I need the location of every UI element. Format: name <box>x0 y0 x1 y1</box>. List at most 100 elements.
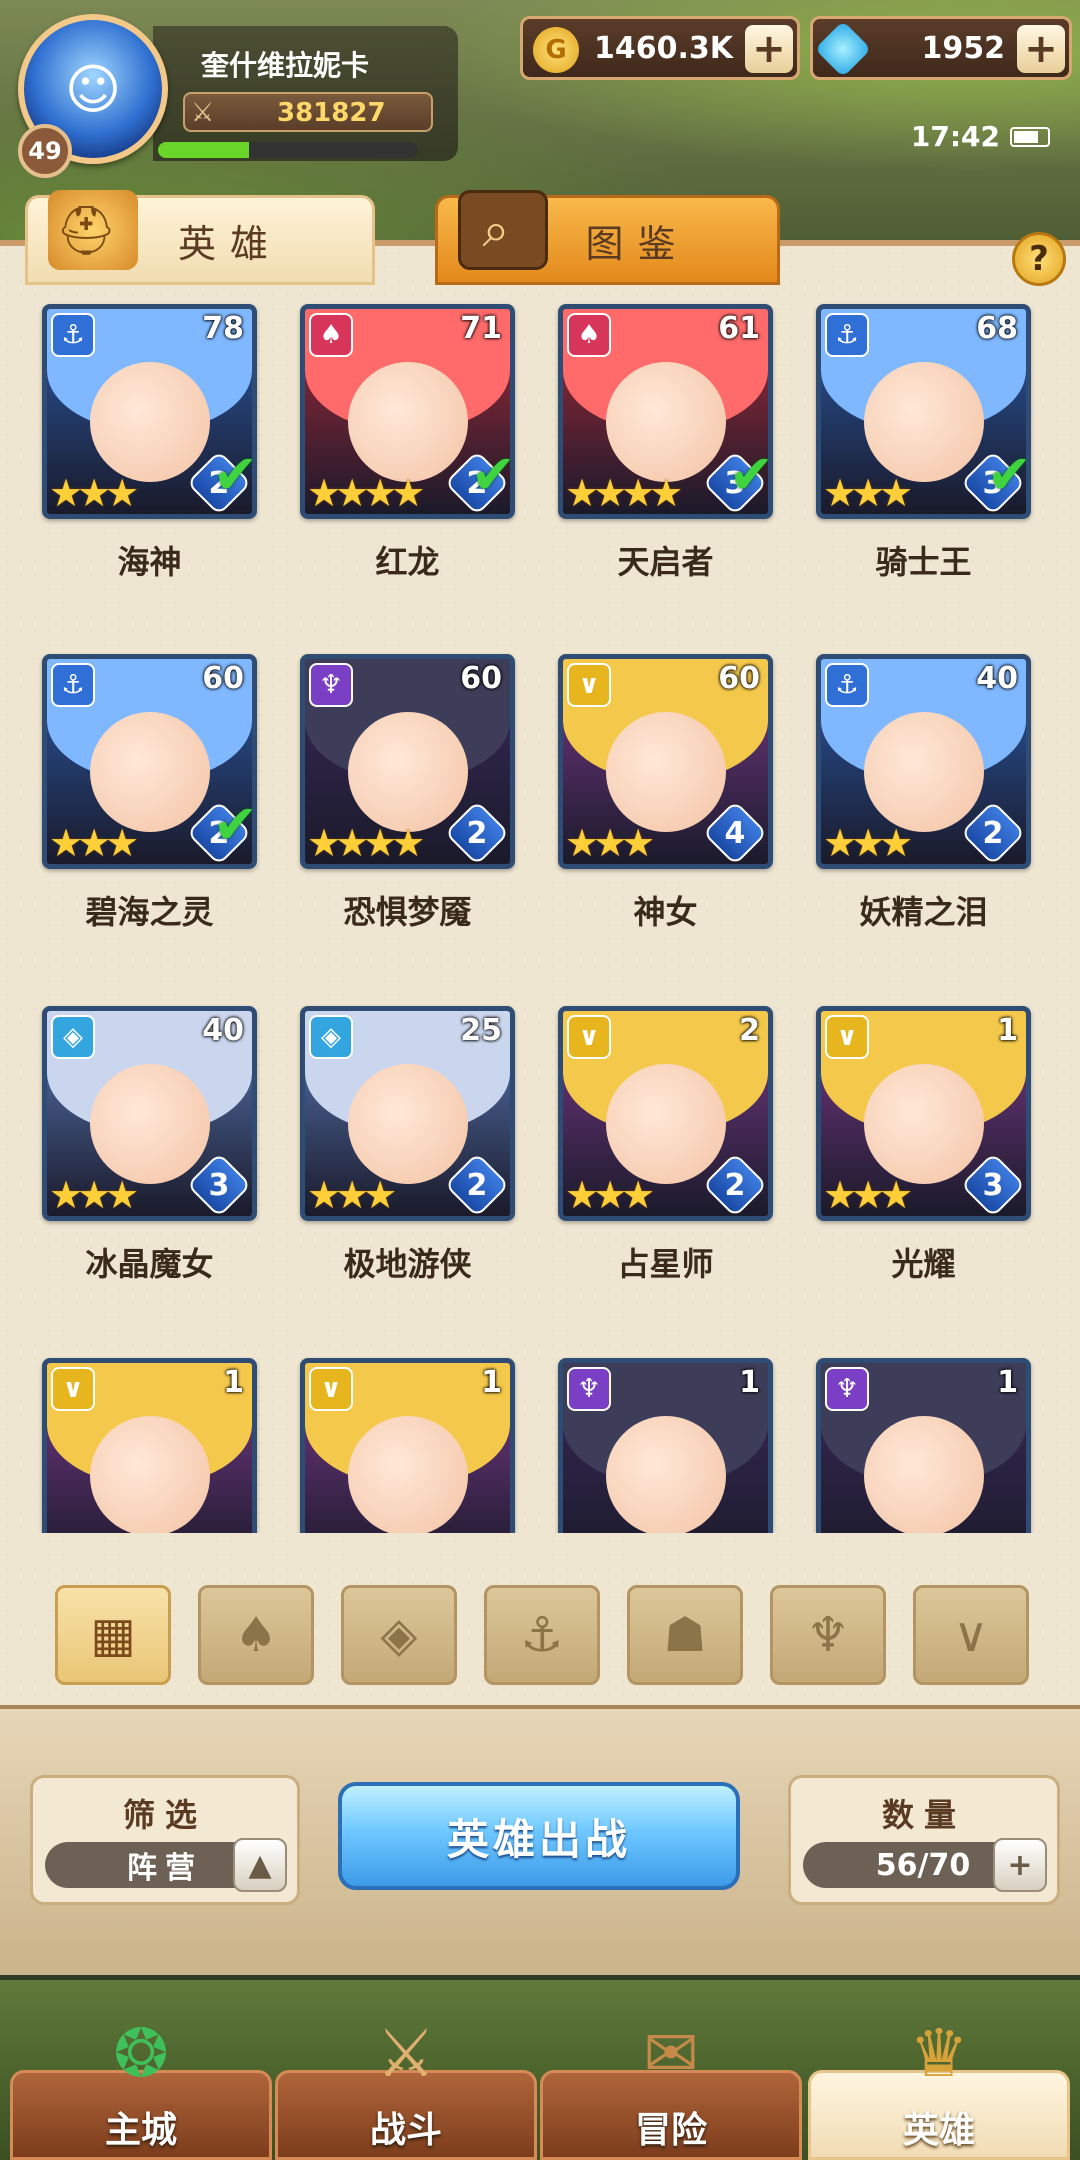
hero-count-value: 56/70 <box>875 1847 971 1883</box>
help-button[interactable]: ? <box>1012 232 1066 286</box>
hero-card[interactable]: ⚓ 68 ★★★ 3 ✔ 骑士王 <box>816 304 1031 583</box>
checkmark-icon: ✔ <box>470 443 515 506</box>
exp-fill <box>158 142 249 158</box>
nav-label: 英雄 <box>902 2110 975 2151</box>
add-gold-button[interactable]: + <box>745 25 793 73</box>
star-rating: ★★★ <box>565 1173 655 1217</box>
star-rating: ★★★ <box>823 1173 913 1217</box>
filter-button[interactable]: ♠ <box>198 1585 314 1685</box>
hero-level: 25 <box>460 1013 502 1048</box>
hero-name: 极地游侠 <box>343 1245 472 1283</box>
helmet-icon: ⛑ <box>48 190 138 270</box>
hero-portrait: ⚓ 60 ★★★ 2 ✔ <box>42 654 257 869</box>
filter-button[interactable]: ◈ <box>341 1585 457 1685</box>
hero-level: 60 <box>202 661 244 696</box>
tab-heroes[interactable]: ⛑ 英雄 <box>25 190 375 285</box>
rank-value: 2 <box>982 815 1004 851</box>
hero-face <box>89 711 210 832</box>
hero-card[interactable]: ◈ 40 ★★★ 3 冰晶魔女 <box>42 1006 257 1285</box>
hero-name: 红龙 <box>375 543 440 581</box>
hero-card[interactable]: ∨ 1 ★★★ 3 光耀 <box>816 1006 1031 1285</box>
count-title: 数量 <box>881 1796 966 1834</box>
nav-label: 冒险 <box>634 2110 707 2151</box>
hero-face <box>89 1063 210 1184</box>
hero-level: 61 <box>718 311 760 346</box>
hero-portrait: ♆ 60 ★★★★ 2 <box>300 654 515 869</box>
hero-face <box>605 1415 726 1533</box>
hero-level: 1 <box>997 1013 1018 1048</box>
filter-button[interactable]: ▦ <box>55 1585 171 1685</box>
star-rating: ★★★ <box>49 471 139 515</box>
add-gems-button[interactable]: + <box>1017 25 1065 73</box>
hero-face <box>347 1063 468 1184</box>
player-profile[interactable]: 奎什维拉妮卡 ⚔ 381827 ☺ 49 <box>18 14 458 178</box>
status-clock: 17:42 <box>911 120 1050 153</box>
gem-counter: 1952 + <box>810 16 1072 80</box>
nav-heroes[interactable]: ♛ 英雄 <box>808 2015 1070 2160</box>
water-faction-icon: ⚓ <box>51 663 95 707</box>
hero-helmet-icon: ♛ <box>909 2014 969 2092</box>
dark-faction-icon: ♆ <box>567 1367 611 1411</box>
star-rating: ★★★ <box>823 821 913 865</box>
hero-portrait: ⚓ 68 ★★★ 3 ✔ <box>816 304 1031 519</box>
hero-card[interactable]: ⚓ 40 ★★★ 2 妖精之泪 <box>816 654 1031 933</box>
filter-button[interactable]: ☗ <box>627 1585 743 1685</box>
chevron-up-icon[interactable]: ▲ <box>233 1838 287 1892</box>
hero-card[interactable]: ∨ 1 <box>300 1358 515 1533</box>
hero-card[interactable]: ∨ 1 <box>42 1358 257 1533</box>
hero-card[interactable]: ⚓ 78 ★★★ 2 ✔ 海神 <box>42 304 257 583</box>
hero-portrait: ♆ 1 <box>558 1358 773 1533</box>
faction-filter-bar: ▦ ♠ ◈ ⚓ ☗ ♆ ∨ <box>55 1585 1035 1685</box>
hero-name: 恐惧梦魇 <box>343 893 472 931</box>
diamond-icon <box>814 20 872 78</box>
star-rating: ★★★★ <box>307 821 425 865</box>
nav-adventure[interactable]: ✉ 冒险 <box>540 2015 802 2160</box>
expand-capacity-button[interactable]: + <box>993 1838 1047 1892</box>
hero-card[interactable]: ∨ 2 ★★★ 2 占星师 <box>558 1006 773 1285</box>
water-faction-icon: ⚓ <box>825 313 869 357</box>
hero-face <box>89 361 210 482</box>
star-rating: ★★★ <box>823 471 913 515</box>
battery-icon <box>1010 126 1050 147</box>
rank-badge: 2 <box>960 800 1026 864</box>
hero-portrait: ∨ 60 ★★★ 4 <box>558 654 773 869</box>
hero-card[interactable]: ♆ 60 ★★★★ 2 恐惧梦魇 <box>300 654 515 933</box>
hero-level: 1 <box>481 1365 502 1400</box>
light-faction-icon: ∨ <box>825 1015 869 1059</box>
deploy-heroes-button[interactable]: 英雄出战 <box>338 1782 740 1890</box>
rank-value: 2 <box>724 1167 746 1203</box>
hero-card[interactable]: ♠ 61 ★★★★ 3 ✔ 天启者 <box>558 304 773 583</box>
hero-face <box>89 1415 210 1533</box>
hero-face <box>863 1063 984 1184</box>
hero-portrait: ◈ 40 ★★★ 3 <box>42 1006 257 1221</box>
tab-codex[interactable]: ⌕ 图鉴 <box>435 190 780 285</box>
hero-level: 2 <box>739 1013 760 1048</box>
rank-value: 3 <box>982 1167 1004 1203</box>
time-text: 17:42 <box>910 120 1000 153</box>
hero-card[interactable]: ∨ 60 ★★★ 4 神女 <box>558 654 773 933</box>
hero-card[interactable]: ♆ 1 <box>558 1358 773 1533</box>
profile-panel: 奎什维拉妮卡 ⚔ 381827 <box>153 26 458 161</box>
hero-card[interactable]: ⚓ 60 ★★★ 2 ✔ 碧海之灵 <box>42 654 257 933</box>
hero-face <box>863 1415 984 1533</box>
hero-level: 60 <box>718 661 760 696</box>
filter-title: 筛选 <box>122 1796 207 1834</box>
light-faction-icon: ∨ <box>567 1015 611 1059</box>
nav-main-city[interactable]: ❂ 主城 <box>10 2015 272 2160</box>
dark-faction-icon: ♆ <box>825 1367 869 1411</box>
ice-faction-icon: ◈ <box>51 1015 95 1059</box>
hero-card[interactable]: ◈ 25 ★★★ 2 极地游侠 <box>300 1006 515 1285</box>
light-faction-icon: ∨ <box>51 1367 95 1411</box>
gold-value: 1460.3K <box>593 31 733 66</box>
filter-button[interactable]: ♆ <box>770 1585 886 1685</box>
filter-box: 筛选 阵营 ▲ <box>30 1775 300 1905</box>
light-faction-icon: ∨ <box>567 663 611 707</box>
magnifier-icon: ⌕ <box>458 190 548 270</box>
filter-button[interactable]: ⚓ <box>484 1585 600 1685</box>
checkmark-icon: ✔ <box>728 443 773 506</box>
nav-battle[interactable]: ⚔ 战斗 <box>275 2015 537 2160</box>
filter-button[interactable]: ∨ <box>913 1585 1029 1685</box>
hero-card[interactable]: ♠ 71 ★★★★ 2 ✔ 红龙 <box>300 304 515 583</box>
hero-card[interactable]: ♆ 1 <box>816 1358 1031 1533</box>
hero-name: 神女 <box>633 893 698 931</box>
